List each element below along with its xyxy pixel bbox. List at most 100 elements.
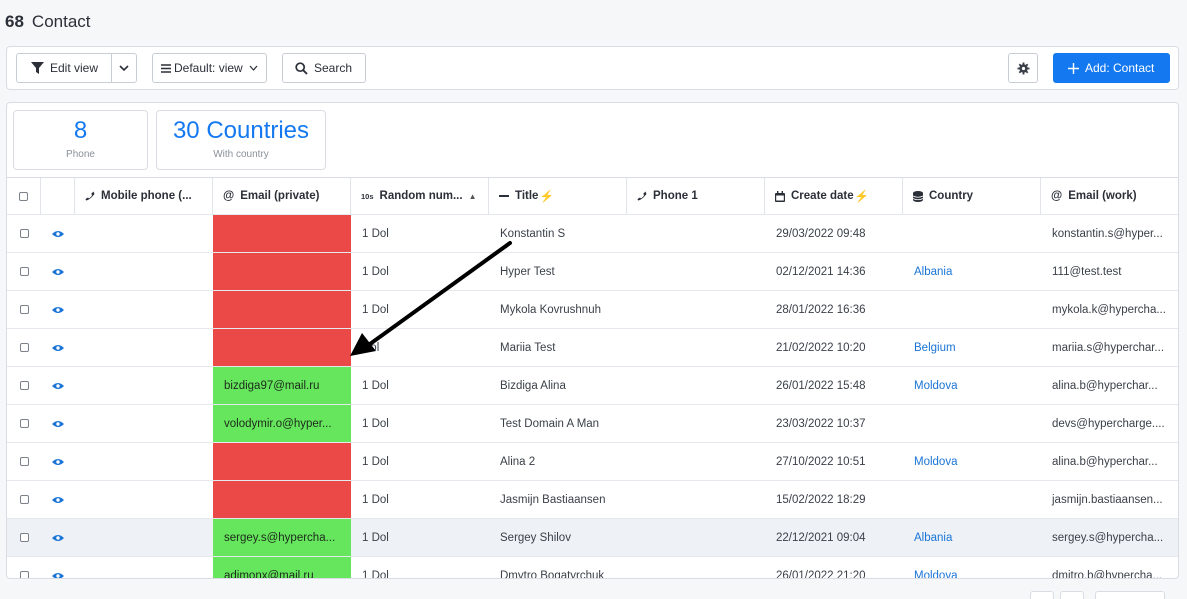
- column-create-date[interactable]: Create date ⚡: [765, 178, 903, 214]
- database-icon: [913, 190, 923, 202]
- cell-country-link[interactable]: Belgium: [903, 329, 1041, 366]
- kpi-country: 30 Countries With country: [156, 110, 326, 170]
- column-label: Email (work): [1068, 190, 1137, 202]
- view-record-button[interactable]: [41, 557, 75, 578]
- row-checkbox[interactable]: [7, 367, 41, 404]
- cell-phone-1: [627, 215, 765, 252]
- number-icon: 10s: [361, 191, 374, 201]
- table-row[interactable]: volodymir.o@hyper... 1 Dol Test Domain A M…: [7, 405, 1178, 443]
- edit-view-button[interactable]: Edit view: [16, 53, 112, 83]
- table-row[interactable]: bizdiga97@mail.ru 1 Dol Bizdiga Alina 26/01…: [7, 367, 1178, 405]
- cell-country-link[interactable]: [903, 405, 1041, 442]
- cell-country-link[interactable]: [903, 481, 1041, 518]
- column-title[interactable]: Title ⚡: [489, 178, 627, 214]
- cell-mobile-phone: [75, 481, 213, 518]
- table-row[interactable]: Dol Mariia Test 21/02/2022 10:20 Belgium mar…: [7, 329, 1178, 367]
- row-checkbox[interactable]: [7, 481, 41, 518]
- search-button[interactable]: Search: [282, 53, 366, 83]
- cell-country-link[interactable]: Moldova: [903, 557, 1041, 579]
- column-random-number[interactable]: 10s Random num... ▲: [351, 178, 489, 214]
- row-checkbox[interactable]: [7, 329, 41, 366]
- table-row[interactable]: 1 Dol Mykola Kovrushnuh 28/01/2022 16:36 my…: [7, 291, 1178, 329]
- cell-random-number: 1 Dol: [362, 417, 389, 430]
- phone-icon: [637, 191, 647, 201]
- row-checkbox[interactable]: [7, 291, 41, 328]
- sort-ascending-icon: ▲: [468, 191, 477, 201]
- cell-create-date: 21/02/2022 10:20: [776, 341, 866, 354]
- table-row[interactable]: sergey.s@hypercha... 1 Dol Sergey Shilov 22…: [7, 519, 1178, 557]
- edit-view-dropdown-button[interactable]: [111, 53, 137, 83]
- view-select-label: Default: view: [174, 61, 243, 75]
- cell-mobile-phone: [75, 405, 213, 442]
- table-row[interactable]: 1 Dol Jasmijn Bastiaansen 15/02/2022 18:29…: [7, 481, 1178, 519]
- view-record-button[interactable]: [41, 253, 75, 290]
- cell-create-date: 15/02/2022 18:29: [776, 493, 866, 506]
- phone-icon: [85, 191, 95, 201]
- view-record-button[interactable]: [41, 291, 75, 328]
- cell-mobile-phone: [75, 253, 213, 290]
- kpi-phone: 8 Phone: [13, 110, 148, 170]
- cell-country-link[interactable]: Moldova: [903, 443, 1041, 480]
- cell-mobile-phone: [75, 443, 213, 480]
- cell-country-link[interactable]: Albania: [903, 519, 1041, 556]
- view-select[interactable]: Default: view: [152, 53, 267, 83]
- cell-country-link[interactable]: [903, 215, 1041, 252]
- cell-country-link[interactable]: Moldova: [903, 367, 1041, 404]
- row-checkbox[interactable]: [7, 557, 41, 578]
- column-email-private[interactable]: @ Email (private): [213, 178, 351, 214]
- column-mobile-phone[interactable]: Mobile phone (...: [75, 178, 213, 214]
- cell-email-work: konstantin.s@hyper...: [1052, 227, 1163, 240]
- view-record-button[interactable]: [41, 329, 75, 366]
- eye-icon: [52, 268, 64, 275]
- search-label: Search: [314, 61, 353, 75]
- column-label: Random num...: [379, 190, 463, 202]
- chevron-down-icon: [119, 65, 129, 71]
- view-record-button[interactable]: [41, 405, 75, 442]
- table-row[interactable]: adimonx@mail.ru 1 Dol Dmytro Bogatyrchuk 26…: [7, 557, 1178, 579]
- cell-create-date: 26/01/2022 15:48: [776, 379, 866, 392]
- row-checkbox[interactable]: [7, 405, 41, 442]
- add-contact-button[interactable]: Add: Contact: [1053, 53, 1170, 83]
- row-checkbox[interactable]: [7, 443, 41, 480]
- cell-country-link[interactable]: [903, 291, 1041, 328]
- cell-phone-1: [627, 443, 765, 480]
- add-contact-label: Add: Contact: [1085, 61, 1155, 75]
- view-record-button[interactable]: [41, 215, 75, 252]
- page-size-select[interactable]: [1095, 591, 1165, 599]
- settings-button[interactable]: [1008, 53, 1038, 83]
- cell-email-private: [213, 481, 351, 518]
- eye-icon: [52, 572, 64, 578]
- chevron-down-icon: [249, 65, 258, 71]
- table-row[interactable]: 1 Dol Hyper Test 02/12/2021 14:36 Albania 11…: [7, 253, 1178, 291]
- lightning-icon: ⚡: [539, 191, 554, 203]
- row-checkbox[interactable]: [7, 519, 41, 556]
- cell-country-link[interactable]: Albania: [903, 253, 1041, 290]
- cell-phone-1: [627, 481, 765, 518]
- contacts-panel: 8 Phone 30 Countries With country Mobile…: [6, 102, 1179, 579]
- select-all-checkbox[interactable]: [7, 178, 41, 214]
- eye-icon: [52, 496, 64, 503]
- eye-icon: [52, 344, 64, 351]
- table-row[interactable]: 1 Dol Alina 2 27/10/2022 10:51 Moldova alina…: [7, 443, 1178, 481]
- cell-email-work: jasmijn.bastiaansen...: [1052, 493, 1163, 506]
- view-record-button[interactable]: [41, 443, 75, 480]
- column-country[interactable]: Country: [903, 178, 1041, 214]
- cell-create-date: 26/01/2022 21:20: [776, 569, 866, 579]
- view-record-button[interactable]: [41, 481, 75, 518]
- view-record-button[interactable]: [41, 367, 75, 404]
- kpi-label: With country: [213, 149, 269, 160]
- plus-icon: [1068, 62, 1079, 74]
- eye-icon: [52, 420, 64, 427]
- row-checkbox[interactable]: [7, 215, 41, 252]
- column-phone-1[interactable]: Phone 1: [627, 178, 765, 214]
- cell-title: Dmytro Bogatyrchuk: [500, 569, 605, 579]
- view-record-button[interactable]: [41, 519, 75, 556]
- pagination-next-button[interactable]: [1060, 591, 1084, 599]
- table-row[interactable]: 1 Dol Konstantin S 29/03/2022 09:48 konstan…: [7, 215, 1178, 253]
- cell-email-work: devs@hypercharge....: [1052, 417, 1165, 430]
- cell-random-number: 1 Dol: [362, 227, 389, 240]
- pagination-prev-button[interactable]: [1030, 591, 1054, 599]
- row-checkbox[interactable]: [7, 253, 41, 290]
- column-email-work[interactable]: @ Email (work): [1041, 178, 1178, 214]
- cell-email-work: sergey.s@hypercha...: [1052, 531, 1164, 544]
